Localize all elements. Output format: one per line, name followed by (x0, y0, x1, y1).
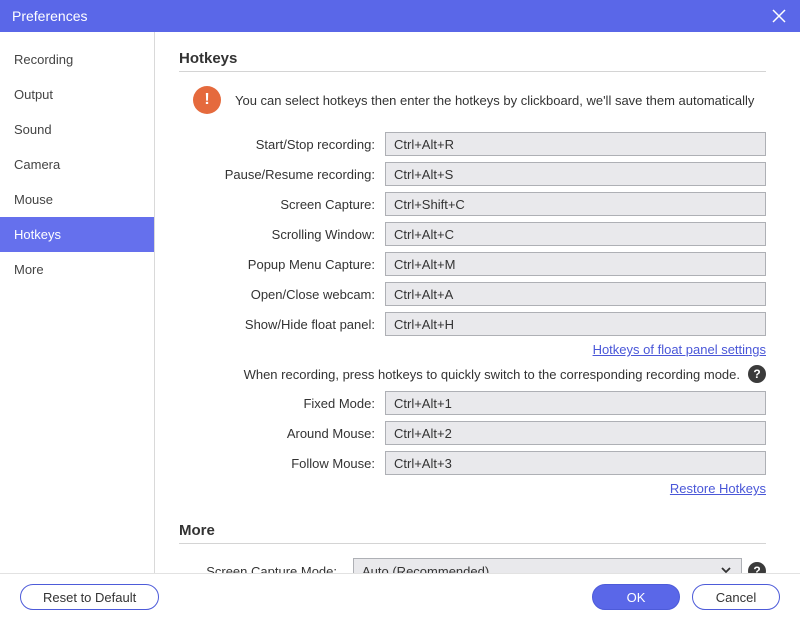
main-panel[interactable]: Hotkeys ! You can select hotkeys then en… (155, 32, 800, 573)
hotkey-label: Pause/Resume recording: (179, 167, 385, 182)
hotkey-input-around-mouse[interactable] (385, 421, 766, 445)
sidebar-item-label: Recording (14, 52, 73, 67)
hotkey-row: Fixed Mode: (179, 391, 766, 415)
hotkey-row: Screen Capture: (179, 192, 766, 216)
hotkey-label: Start/Stop recording: (179, 137, 385, 152)
mode-note-text: When recording, press hotkeys to quickly… (244, 367, 740, 382)
info-row: ! You can select hotkeys then enter the … (179, 86, 766, 114)
hotkey-input-follow-mouse[interactable] (385, 451, 766, 475)
help-icon[interactable]: ? (748, 365, 766, 383)
close-icon[interactable] (770, 7, 788, 25)
sidebar-item-label: Sound (14, 122, 52, 137)
restore-hotkeys-link[interactable]: Restore Hotkeys (670, 481, 766, 496)
sidebar-item-label: Hotkeys (14, 227, 61, 242)
hotkey-label: Open/Close webcam: (179, 287, 385, 302)
hotkey-label: Popup Menu Capture: (179, 257, 385, 272)
mode-note-row: When recording, press hotkeys to quickly… (179, 365, 766, 383)
hotkey-row: Show/Hide float panel: (179, 312, 766, 336)
sidebar: Recording Output Sound Camera Mouse Hotk… (0, 32, 155, 573)
sidebar-item-more[interactable]: More (0, 252, 154, 287)
hotkey-row: Start/Stop recording: (179, 132, 766, 156)
section-title-hotkeys: Hotkeys (179, 50, 766, 72)
hotkey-label: Fixed Mode: (179, 396, 385, 411)
sidebar-item-label: Output (14, 87, 53, 102)
sidebar-item-output[interactable]: Output (0, 77, 154, 112)
hotkey-input-screen-capture[interactable] (385, 192, 766, 216)
sidebar-item-label: Mouse (14, 192, 53, 207)
cancel-button[interactable]: Cancel (692, 584, 780, 610)
hotkey-label: Follow Mouse: (179, 456, 385, 471)
hotkey-row: Popup Menu Capture: (179, 252, 766, 276)
sidebar-item-camera[interactable]: Camera (0, 147, 154, 182)
chevron-down-icon (719, 563, 733, 574)
hotkey-input-fixed-mode[interactable] (385, 391, 766, 415)
select-value: Auto (Recommended) (362, 564, 489, 574)
hotkey-row: Follow Mouse: (179, 451, 766, 475)
hotkey-row: Open/Close webcam: (179, 282, 766, 306)
sidebar-item-label: Camera (14, 157, 60, 172)
capture-mode-select[interactable]: Auto (Recommended) (353, 558, 742, 573)
header-bar: Preferences (0, 0, 800, 32)
hotkey-label: Scrolling Window: (179, 227, 385, 242)
hotkey-input-pause-resume[interactable] (385, 162, 766, 186)
sidebar-item-hotkeys[interactable]: Hotkeys (0, 217, 154, 252)
section-title-more: More (179, 522, 766, 544)
link-row: Hotkeys of float panel settings (179, 342, 766, 357)
hotkey-label: Around Mouse: (179, 426, 385, 441)
hotkey-label: Screen Capture: (179, 197, 385, 212)
window-title: Preferences (12, 8, 87, 24)
hotkey-label: Show/Hide float panel: (179, 317, 385, 332)
sidebar-item-mouse[interactable]: Mouse (0, 182, 154, 217)
help-icon[interactable]: ? (748, 562, 766, 573)
footer: Reset to Default OK Cancel (0, 573, 800, 620)
hotkey-row: Pause/Resume recording: (179, 162, 766, 186)
alert-icon: ! (193, 86, 221, 114)
hotkey-input-popup-menu[interactable] (385, 252, 766, 276)
hotkey-row: Scrolling Window: (179, 222, 766, 246)
hotkey-input-webcam[interactable] (385, 282, 766, 306)
capture-mode-label: Screen Capture Mode: (179, 564, 347, 574)
float-panel-settings-link[interactable]: Hotkeys of float panel settings (593, 342, 766, 357)
hotkey-input-start-stop[interactable] (385, 132, 766, 156)
ok-button[interactable]: OK (592, 584, 680, 610)
sidebar-item-label: More (14, 262, 44, 277)
more-row: Screen Capture Mode: Auto (Recommended) … (179, 558, 766, 573)
link-row: Restore Hotkeys (179, 481, 766, 496)
hotkey-row: Around Mouse: (179, 421, 766, 445)
sidebar-item-recording[interactable]: Recording (0, 42, 154, 77)
hotkey-input-scrolling-window[interactable] (385, 222, 766, 246)
sidebar-item-sound[interactable]: Sound (0, 112, 154, 147)
info-text: You can select hotkeys then enter the ho… (235, 93, 754, 108)
hotkey-input-float-panel[interactable] (385, 312, 766, 336)
body: Recording Output Sound Camera Mouse Hotk… (0, 32, 800, 573)
reset-button[interactable]: Reset to Default (20, 584, 159, 610)
